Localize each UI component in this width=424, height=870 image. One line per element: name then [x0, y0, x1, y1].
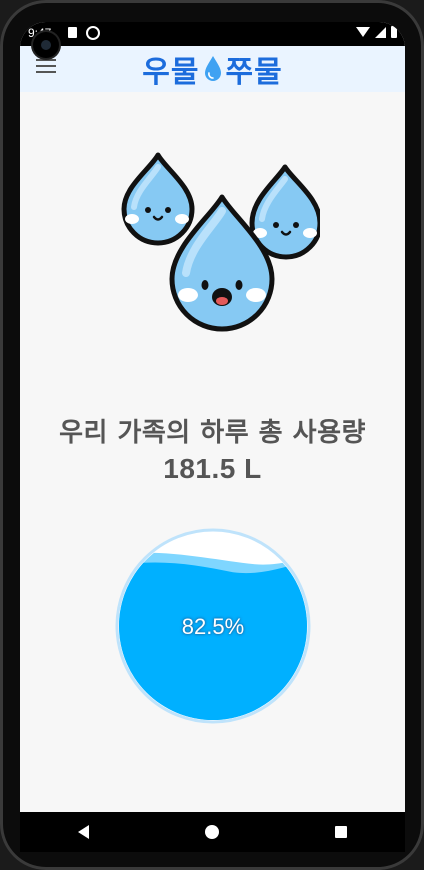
water-drop-characters-illustration — [121, 152, 320, 332]
front-camera — [33, 32, 59, 58]
usage-summary: 우리 가족의 하루 총 사용량 181.5 L — [20, 415, 405, 487]
water-level-gauge: 82.5% — [115, 528, 311, 724]
wifi-icon — [356, 27, 370, 37]
left-drop-character — [121, 152, 195, 246]
water-drop-logo-icon — [204, 56, 221, 81]
home-icon[interactable] — [205, 825, 219, 839]
status-bar: 9:47 — [20, 22, 405, 46]
status-indicators — [356, 26, 397, 38]
gauge-percent-label: 82.5% — [181, 614, 245, 639]
phone-frame: 9:47 우물 쭈물 — [0, 0, 424, 870]
right-drop-character — [249, 164, 320, 260]
logo-text-left: 우물 — [142, 55, 200, 90]
back-icon[interactable] — [78, 825, 89, 839]
headline-text: 우리 가족의 하루 총 사용량 — [59, 418, 366, 448]
app-logo: 우물 쭈물 — [142, 47, 282, 91]
menu-icon[interactable] — [36, 59, 56, 75]
app-bar: 우물 쭈물 — [20, 46, 405, 92]
system-navigation-bar — [20, 812, 405, 852]
recents-icon[interactable] — [335, 826, 347, 838]
battery-icon — [391, 26, 397, 38]
gauge-wave-front — [119, 560, 307, 720]
sd-card-icon — [68, 27, 77, 38]
screen: 9:47 우물 쭈물 — [20, 22, 405, 812]
logo-text-right: 쭈물 — [225, 55, 283, 90]
total-usage-value: 181.5 L — [163, 453, 262, 484]
signal-icon — [375, 26, 386, 38]
sync-icon — [86, 26, 100, 40]
